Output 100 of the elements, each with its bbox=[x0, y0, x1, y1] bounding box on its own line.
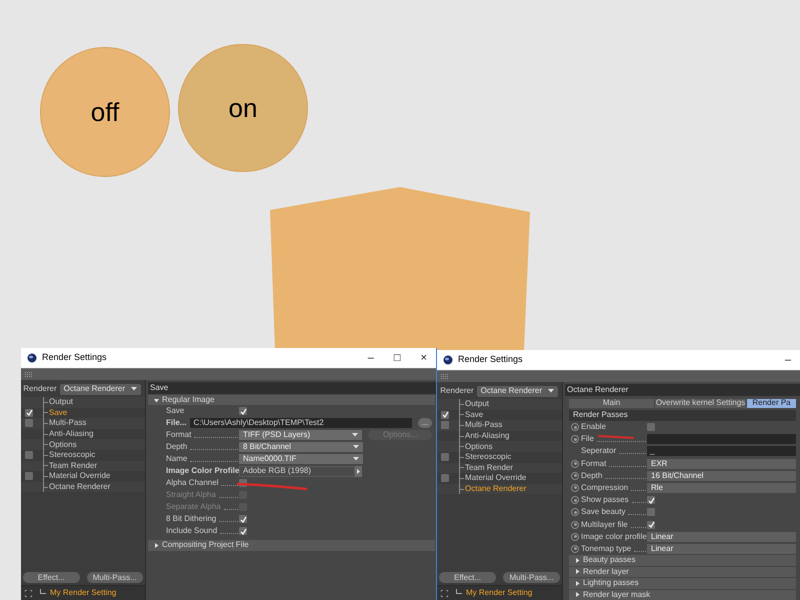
dropdown[interactable]: Name0000.TIF bbox=[239, 454, 363, 464]
field-label: Seperator bbox=[581, 445, 616, 458]
field-label: Save beauty bbox=[581, 506, 626, 518]
dialog-button[interactable]: ... bbox=[418, 418, 432, 428]
tree-item[interactable]: Save bbox=[464, 408, 484, 421]
section-header[interactable]: Lighting passes bbox=[569, 578, 796, 588]
panel-header: Save bbox=[148, 382, 436, 394]
caret-icon bbox=[548, 389, 554, 393]
field-label: Alpha Channel bbox=[166, 477, 218, 489]
checkbox[interactable] bbox=[239, 527, 247, 535]
triangle-icon bbox=[357, 468, 360, 474]
field-label: Depth bbox=[581, 470, 602, 482]
render-setting-item[interactable]: My Render Setting bbox=[466, 587, 532, 599]
checkbox[interactable] bbox=[25, 419, 33, 428]
dropdown[interactable]: Linear bbox=[647, 532, 796, 542]
checkbox[interactable] bbox=[647, 423, 655, 432]
dropdown[interactable]: Rle bbox=[647, 482, 796, 493]
field-label: Enable bbox=[581, 421, 606, 434]
focus-icon bbox=[25, 590, 32, 596]
render-setting-item[interactable]: My Render Setting bbox=[50, 587, 116, 599]
tree-item[interactable]: Stereoscopic bbox=[464, 451, 512, 464]
caret-icon bbox=[352, 433, 358, 437]
checkbox[interactable] bbox=[647, 520, 655, 529]
circle-label: off bbox=[90, 96, 120, 128]
input-field[interactable]: C:\Users\Ashly\Desktop\TEMP\Test2 bbox=[190, 418, 412, 428]
field-label: File... bbox=[166, 417, 186, 429]
renderer-label: Renderer bbox=[440, 385, 474, 397]
section-title: Beauty passes bbox=[583, 554, 636, 566]
field-label: Tonemap type bbox=[581, 542, 632, 555]
field-label: Image color profile bbox=[581, 530, 647, 543]
tab[interactable]: Overwrite kernel Settings bbox=[655, 399, 746, 408]
field-label: Depth bbox=[166, 441, 188, 453]
section-header[interactable]: Beauty passes bbox=[569, 555, 796, 566]
section-header[interactable]: Render layer mask bbox=[569, 590, 796, 600]
check-icon bbox=[240, 408, 246, 414]
input-field[interactable]: _ bbox=[647, 446, 796, 456]
tree-item[interactable]: Stereoscopic bbox=[48, 449, 96, 462]
sidebar-button[interactable]: Multi-Pass... bbox=[86, 572, 143, 583]
checkbox[interactable] bbox=[25, 472, 33, 480]
check-icon bbox=[26, 409, 32, 416]
tree-item[interactable]: Material Override bbox=[48, 470, 110, 482]
dropdown[interactable]: Linear bbox=[647, 544, 796, 554]
window-control[interactable]: – bbox=[364, 350, 377, 366]
window-control[interactable]: – bbox=[782, 352, 794, 368]
sidebar-button[interactable]: Effect... bbox=[439, 572, 496, 583]
window-control[interactable]: □ bbox=[390, 350, 404, 366]
section-header[interactable]: Render layer bbox=[569, 566, 796, 577]
field-label: Multilayer file bbox=[581, 518, 628, 531]
tree-item[interactable]: Save bbox=[48, 406, 68, 419]
profile-field[interactable]: Adobe RGB (1998) bbox=[239, 466, 355, 476]
checkbox[interactable] bbox=[239, 515, 247, 523]
field-label: File bbox=[581, 433, 594, 446]
input-field[interactable] bbox=[647, 434, 796, 444]
checkbox[interactable] bbox=[441, 421, 449, 430]
dropdown[interactable]: 8 Bit/Channel bbox=[239, 442, 363, 452]
check-icon bbox=[442, 411, 448, 418]
arrow-button[interactable] bbox=[355, 466, 362, 476]
section-title: Compositing Project File bbox=[162, 539, 249, 552]
section-title: Render layer mask bbox=[583, 588, 650, 600]
focus-icon bbox=[441, 590, 448, 596]
section-title: Render layer bbox=[583, 566, 629, 578]
renderer-dropdown[interactable]: Octane Renderer bbox=[476, 386, 558, 396]
section-header[interactable]: Compositing Project File bbox=[148, 540, 435, 550]
field-label: 8 Bit Dithering bbox=[166, 513, 216, 525]
checkbox[interactable] bbox=[647, 508, 655, 516]
check-icon bbox=[648, 521, 654, 528]
tree-item[interactable]: Anti-Aliasing bbox=[48, 428, 94, 440]
checkbox[interactable] bbox=[25, 451, 33, 460]
checkbox[interactable] bbox=[25, 408, 33, 417]
window-control[interactable]: × bbox=[418, 350, 430, 366]
checkbox[interactable] bbox=[441, 474, 449, 482]
field-label: Image Color Profile bbox=[166, 465, 240, 477]
field-label: Name bbox=[166, 453, 188, 465]
checkbox[interactable] bbox=[441, 410, 449, 419]
app-icon bbox=[443, 355, 453, 365]
dropdown[interactable]: 16 Bit/Channel bbox=[647, 470, 796, 481]
checkbox[interactable] bbox=[647, 496, 655, 504]
section-title: Regular Image bbox=[162, 394, 214, 406]
tree-item[interactable]: Anti-Aliasing bbox=[464, 430, 510, 442]
checkbox[interactable] bbox=[239, 407, 247, 415]
sidebar-button[interactable]: Effect... bbox=[23, 572, 80, 583]
tab[interactable]: Main bbox=[569, 399, 654, 408]
field-label: Separate Alpha bbox=[166, 501, 221, 513]
dropdown[interactable]: EXR bbox=[647, 458, 796, 469]
field-label: Format bbox=[166, 429, 192, 441]
tab[interactable]: Render Pa bbox=[747, 399, 796, 408]
sidebar-button[interactable]: Multi-Pass... bbox=[503, 572, 560, 583]
annotation-underline bbox=[597, 434, 635, 440]
check-icon bbox=[648, 496, 654, 504]
dropdown[interactable]: TIFF (PSD Layers) bbox=[239, 430, 362, 440]
caret-icon bbox=[353, 457, 359, 461]
caret-icon bbox=[131, 387, 137, 391]
renderer-dropdown[interactable]: Octane Renderer bbox=[60, 384, 141, 394]
checkbox[interactable] bbox=[441, 453, 449, 462]
tree-item[interactable]: Material Override bbox=[464, 472, 526, 484]
panel-header: Octane Renderer bbox=[565, 384, 800, 396]
field-label: Save bbox=[166, 405, 184, 417]
section-title: Lighting passes bbox=[583, 577, 639, 590]
field-label: Format bbox=[581, 458, 606, 470]
window-title: Render Settings bbox=[42, 351, 107, 364]
